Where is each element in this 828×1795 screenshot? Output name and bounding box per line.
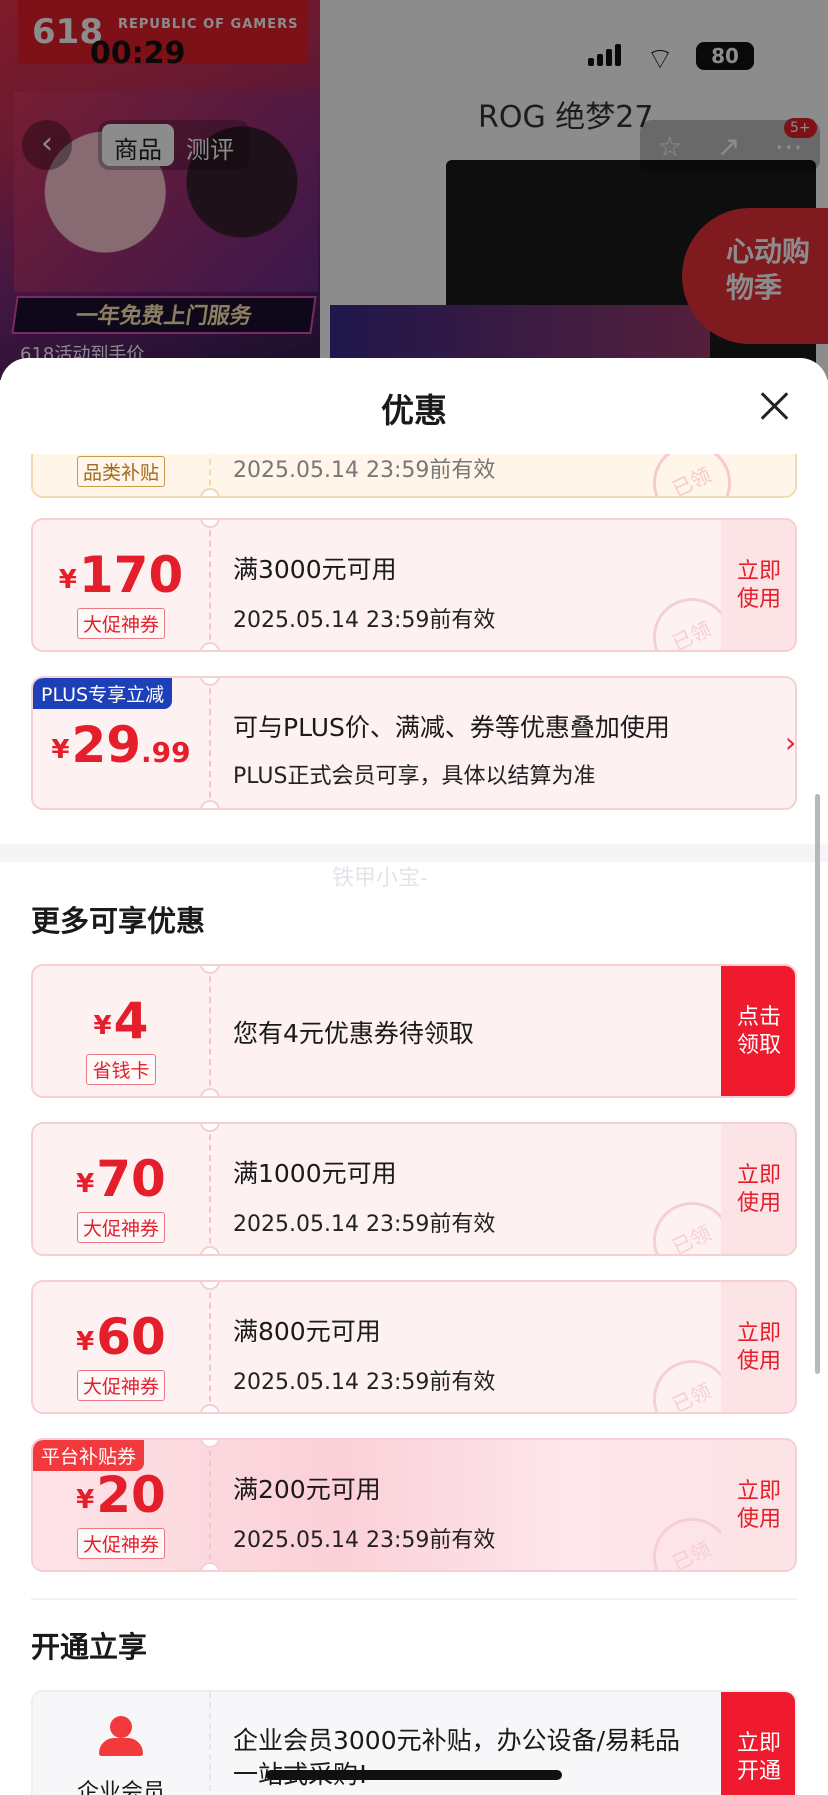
sheet-title: 优惠 (381, 391, 447, 430)
coupon-notch (200, 1246, 220, 1254)
coupon-divider (209, 520, 211, 650)
coupon-left: ¥70 大促神券 (33, 1124, 209, 1254)
amount-value: 20 (96, 1466, 166, 1524)
coupon-tag: 省钱卡 (86, 1054, 156, 1085)
coupon-divider (209, 678, 211, 808)
amount-value: 4 (113, 992, 149, 1050)
enterprise-text: 企业会员3000元补贴，办公设备/易耗品一站式采购! (233, 1726, 681, 1789)
coupon-left: ¥20 大促神券 (33, 1440, 209, 1570)
modal-overlay[interactable] (0, 0, 828, 380)
coupon-card: ¥170 大促神券 满3000元可用 2025.05.14 23:59前有效 已… (31, 518, 797, 652)
coupon-notch (200, 1562, 220, 1570)
plus-line2: PLUS正式会员可享，具体以结算为准 (233, 764, 596, 789)
more-offers-title: 更多可享优惠 (31, 904, 206, 938)
sheet-header: 优惠 (0, 358, 828, 454)
coupon-divider (209, 1282, 211, 1412)
amount-value: 70 (96, 1150, 166, 1208)
saver-amount: ¥4 (33, 992, 209, 1050)
coupon-amount: ¥170 (33, 546, 209, 604)
use-now-label: 立即使用 (736, 1321, 781, 1374)
yen-symbol: ¥ (51, 735, 70, 765)
use-now-label: 立即使用 (736, 1163, 781, 1216)
coupon-tag: 大促神券 (76, 1528, 165, 1559)
coupon-card: ¥60 大促神券 满800元可用 2025.05.14 23:59前有效 已领 … (31, 1280, 797, 1414)
yen-symbol: ¥ (76, 1327, 95, 1357)
use-now-button[interactable]: 立即使用 (721, 1440, 795, 1570)
coupon-card: ¥70 大促神券 满1000元可用 2025.05.14 23:59前有效 已领… (31, 1122, 797, 1256)
coupon-amount: ¥60 (33, 1308, 209, 1366)
coupon-notch (200, 642, 220, 650)
watermark: 铁甲小宝- (332, 866, 428, 891)
coupon-amount: ¥70 (33, 1150, 209, 1208)
plus-line1: 可与PLUS价、满减、券等优惠叠加使用 (233, 713, 670, 742)
saver-text: 您有4元优惠券待领取 (233, 1019, 474, 1048)
scrollbar[interactable] (815, 794, 820, 1374)
home-indicator[interactable] (266, 1770, 562, 1780)
coupon-notch (200, 1088, 220, 1096)
coupon-divider (209, 1692, 211, 1795)
section-divider (31, 1598, 797, 1600)
coupon-condition: 满200元可用 (233, 1475, 381, 1504)
yen-symbol: ¥ (76, 1485, 95, 1515)
amount-decimal: .99 (141, 736, 191, 769)
coupon-divider (209, 1440, 211, 1570)
use-now-button[interactable]: 立即使用 (721, 520, 795, 650)
amount-value: 29 (71, 716, 142, 774)
coupon-tag: 大促神券 (76, 608, 165, 639)
amount-value: 60 (96, 1308, 166, 1366)
user-icon (99, 1716, 143, 1756)
yen-symbol: ¥ (76, 1169, 95, 1199)
close-icon[interactable] (758, 390, 790, 422)
open-now-label: 立即开通 (736, 1731, 781, 1784)
platform-coupon-card: 平台补贴券 ¥20 大促神券 满200元可用 2025.05.14 23:59前… (31, 1438, 797, 1572)
use-now-button[interactable]: 立即使用 (721, 1282, 795, 1412)
sheet-scroll-area[interactable]: 品类补贴 2025.05.14 23:59前有效 已领 ¥170 大促神券 满3… (0, 454, 828, 1795)
chevron-right-icon: › (785, 726, 797, 759)
coupon-notch (200, 488, 220, 496)
open-benefits-title: 开通立享 (31, 1630, 148, 1664)
saver-card: ¥4 省钱卡 您有4元优惠券待领取 点击领取 (31, 964, 797, 1098)
enterprise-info: 企业会员3000元补贴，办公设备/易耗品一站式采购! (233, 1724, 693, 1792)
yen-symbol: ¥ (93, 1011, 112, 1041)
coupon-divider (209, 966, 211, 1096)
coupon-left: ¥4 省钱卡 (33, 966, 209, 1096)
coupon-condition: 满3000元可用 (233, 555, 397, 584)
coupon-left: 品类补贴 (33, 454, 209, 496)
coupon-card-partial: 品类补贴 2025.05.14 23:59前有效 已领 (31, 454, 797, 498)
coupon-left: ¥29.99 (33, 678, 209, 808)
plus-info: 可与PLUS价、满减、券等优惠叠加使用 PLUS正式会员可享，具体以结算为准 (233, 708, 733, 790)
coupon-condition: 满1000元可用 (233, 1159, 397, 1188)
plus-discount-card[interactable]: PLUS专享立减 ¥29.99 可与PLUS价、满减、券等优惠叠加使用 PLUS… (31, 676, 797, 810)
plus-amount: ¥29.99 (33, 716, 209, 774)
use-now-label: 立即使用 (736, 1479, 781, 1532)
enterprise-label: 企业会员 (76, 1780, 165, 1795)
claim-button[interactable]: 点击领取 (721, 966, 795, 1096)
coupon-left: ¥170 大促神券 (33, 520, 209, 650)
coupon-amount: ¥20 (33, 1466, 209, 1524)
open-now-button[interactable]: 立即开通 (721, 1692, 795, 1795)
use-now-button[interactable]: 立即使用 (721, 1124, 795, 1254)
coupon-condition: 满800元可用 (233, 1317, 381, 1346)
coupon-tag: 品类补贴 (76, 456, 165, 487)
saver-info: 您有4元优惠券待领取 (233, 1014, 733, 1050)
yen-symbol: ¥ (58, 565, 77, 595)
amount-value: 170 (78, 546, 184, 604)
coupon-left: ¥60 大促神券 (33, 1282, 209, 1412)
coupon-tag: 大促神券 (76, 1370, 165, 1401)
product-page-background: 618 REPUBLIC OF GAMERS 一年免费上门服务 618活动到手价… (0, 0, 828, 380)
coupon-notch (200, 1404, 220, 1412)
claim-label: 点击领取 (736, 1005, 781, 1058)
discount-sheet: 优惠 品类补贴 2025.05.14 23:59前有效 已领 ¥170 大促神券… (0, 358, 828, 1795)
coupon-notch (200, 800, 220, 808)
enterprise-left: 企业会员 (33, 1692, 209, 1795)
coupon-divider (209, 1124, 211, 1254)
coupon-tag: 大促神券 (76, 1212, 165, 1243)
use-now-label: 立即使用 (736, 559, 781, 612)
